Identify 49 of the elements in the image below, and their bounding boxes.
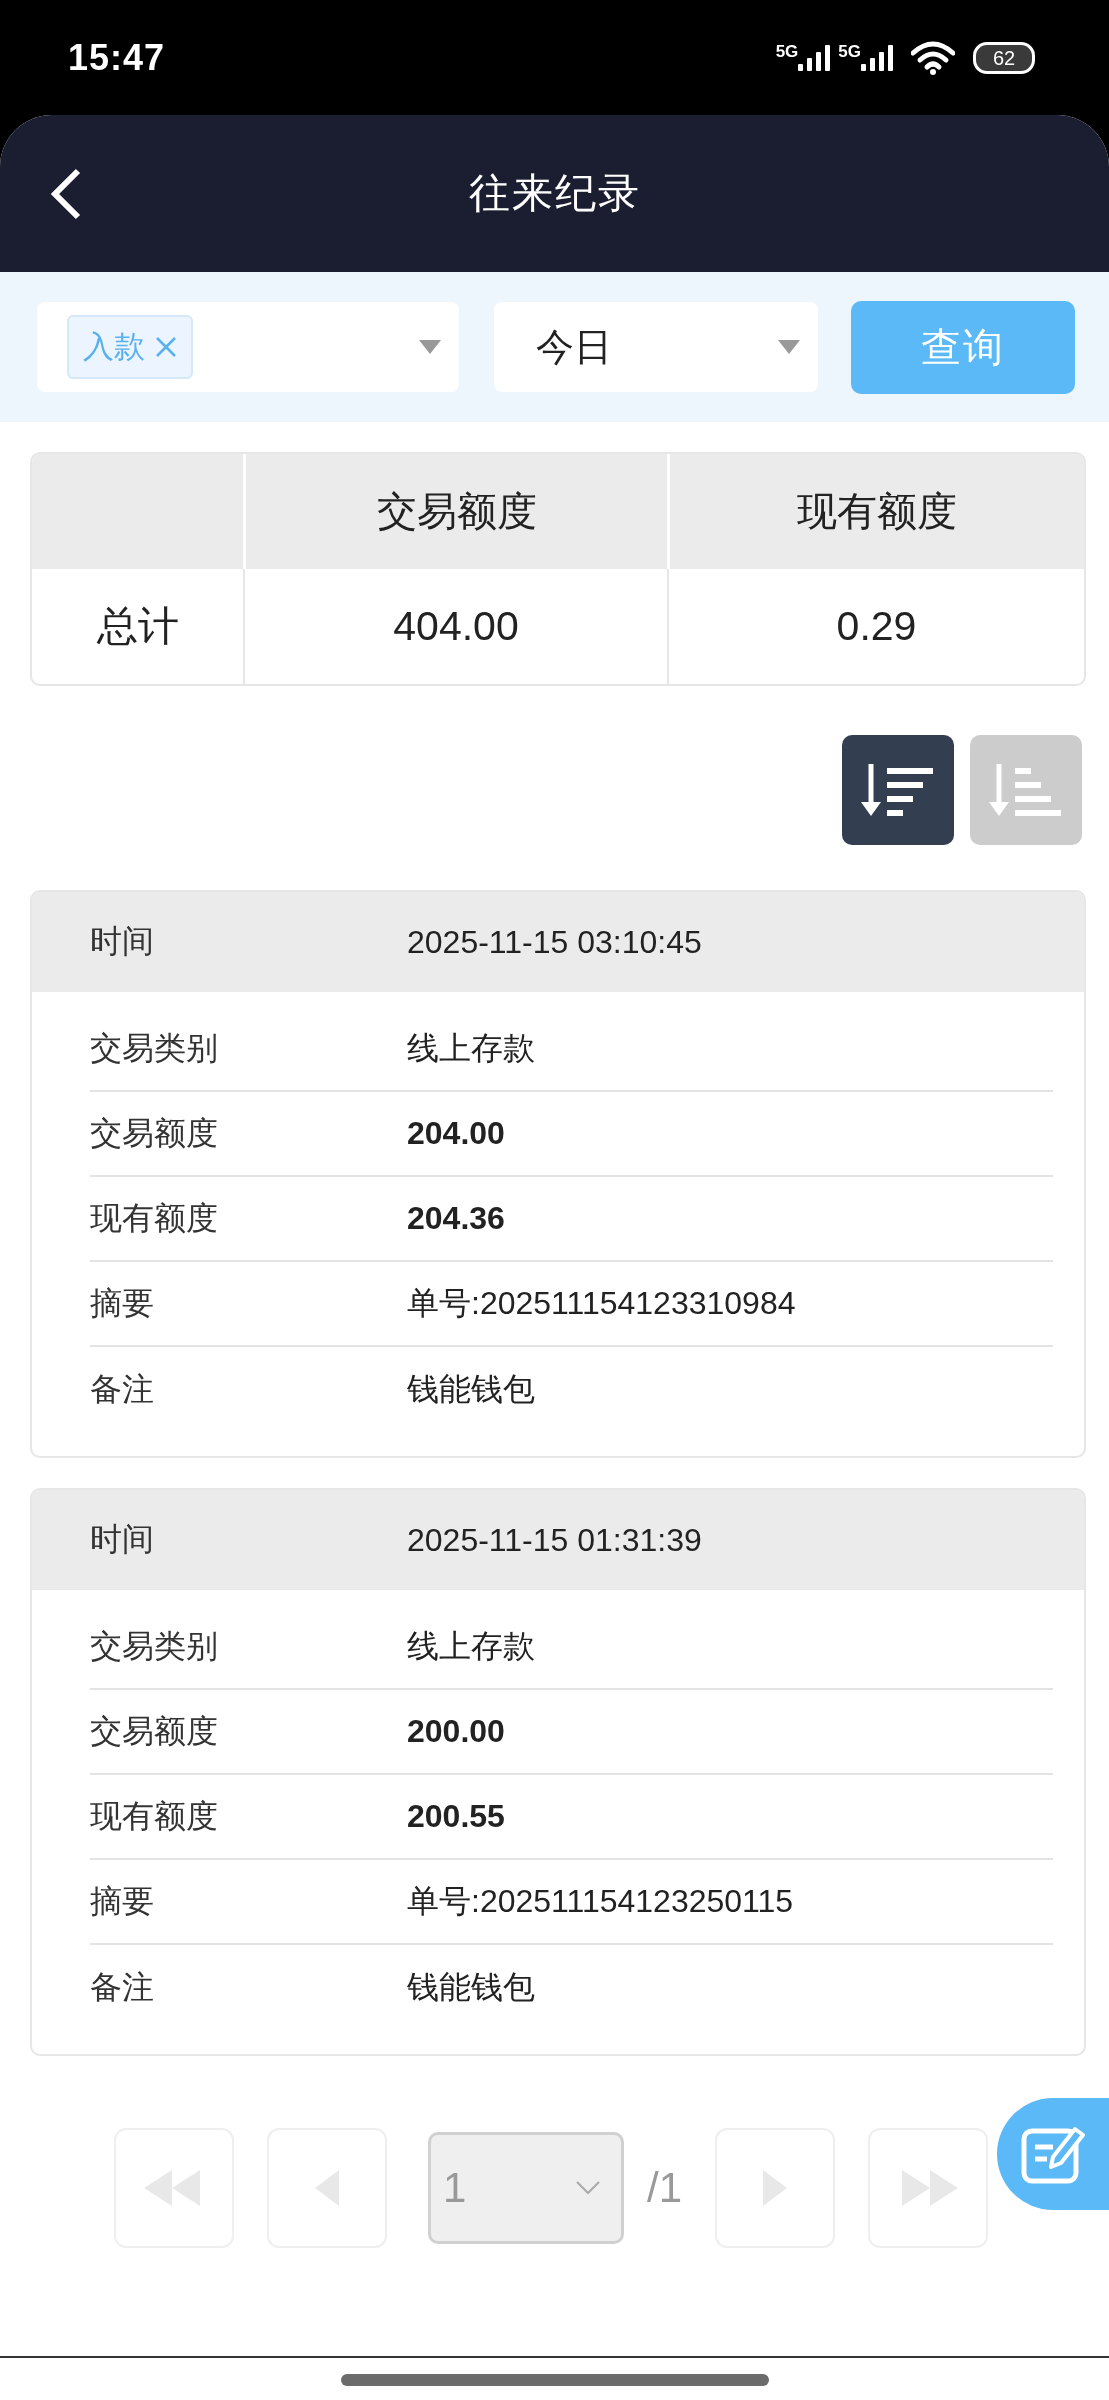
- table-header-cell: 交易额度: [243, 454, 667, 569]
- field-value: 2025-11-15 03:10:45: [407, 923, 702, 961]
- field-value: 200.55: [407, 1798, 505, 1835]
- page-total: /1: [647, 2164, 682, 2212]
- status-time: 15:47: [68, 36, 166, 79]
- field-label: 现有额度: [90, 1796, 219, 1836]
- field-label: 现有额度: [90, 1198, 219, 1238]
- wifi-icon: [911, 40, 955, 75]
- field-label: 交易类别: [90, 1626, 219, 1666]
- field-label: 摘要: [90, 1881, 155, 1921]
- field-label: 时间: [90, 922, 155, 961]
- caret-icon: [419, 340, 441, 354]
- field-value: 204.00: [407, 1115, 505, 1152]
- field-value: 单号:202511154123250115: [407, 1881, 794, 1921]
- filter-tag[interactable]: 入款: [67, 315, 193, 379]
- chevron-down-icon: [575, 2180, 601, 2196]
- field-label: 交易额度: [90, 1711, 219, 1751]
- network-label: 5G: [775, 42, 799, 60]
- field-value: 线上存款: [407, 1028, 535, 1068]
- field-value: 2025-11-15 01:31:39: [407, 1521, 702, 1559]
- field-label: 时间: [90, 1520, 155, 1559]
- table-cell: 404.00: [243, 569, 667, 684]
- type-select[interactable]: 入款: [37, 302, 459, 392]
- field-label: 备注: [90, 1369, 155, 1409]
- field-value: 单号:202511154123310984: [407, 1283, 796, 1323]
- close-icon[interactable]: [155, 336, 177, 358]
- field-label: 摘要: [90, 1283, 155, 1323]
- field-value: 钱能钱包: [407, 1369, 535, 1409]
- network-label: 5G: [838, 42, 861, 60]
- field-label: 备注: [90, 1967, 155, 2007]
- field-value: 钱能钱包: [407, 1967, 535, 2007]
- home-indicator[interactable]: [340, 2374, 769, 2386]
- table-cell: 0.29: [667, 569, 1084, 684]
- page-title: 往来纪录: [468, 169, 641, 218]
- query-button[interactable]: 查询: [851, 300, 1075, 394]
- field-label: 交易类别: [90, 1028, 219, 1068]
- field-value: 线上存款: [407, 1626, 535, 1666]
- period-select[interactable]: 今日: [494, 302, 818, 392]
- sort-button[interactable]: [842, 735, 954, 845]
- battery-indicator: 62: [973, 41, 1035, 74]
- field-label: 交易额度: [90, 1113, 219, 1153]
- field-value: 204.36: [407, 1200, 505, 1237]
- table-header-cell: 现有额度: [667, 454, 1084, 569]
- caret-icon: [778, 340, 800, 354]
- field-value: 200.00: [407, 1713, 505, 1750]
- signal-icon: [861, 44, 895, 71]
- table-row-label: 总计: [95, 602, 180, 651]
- chevron-left-icon: [50, 166, 82, 221]
- signal-icon: [798, 44, 833, 71]
